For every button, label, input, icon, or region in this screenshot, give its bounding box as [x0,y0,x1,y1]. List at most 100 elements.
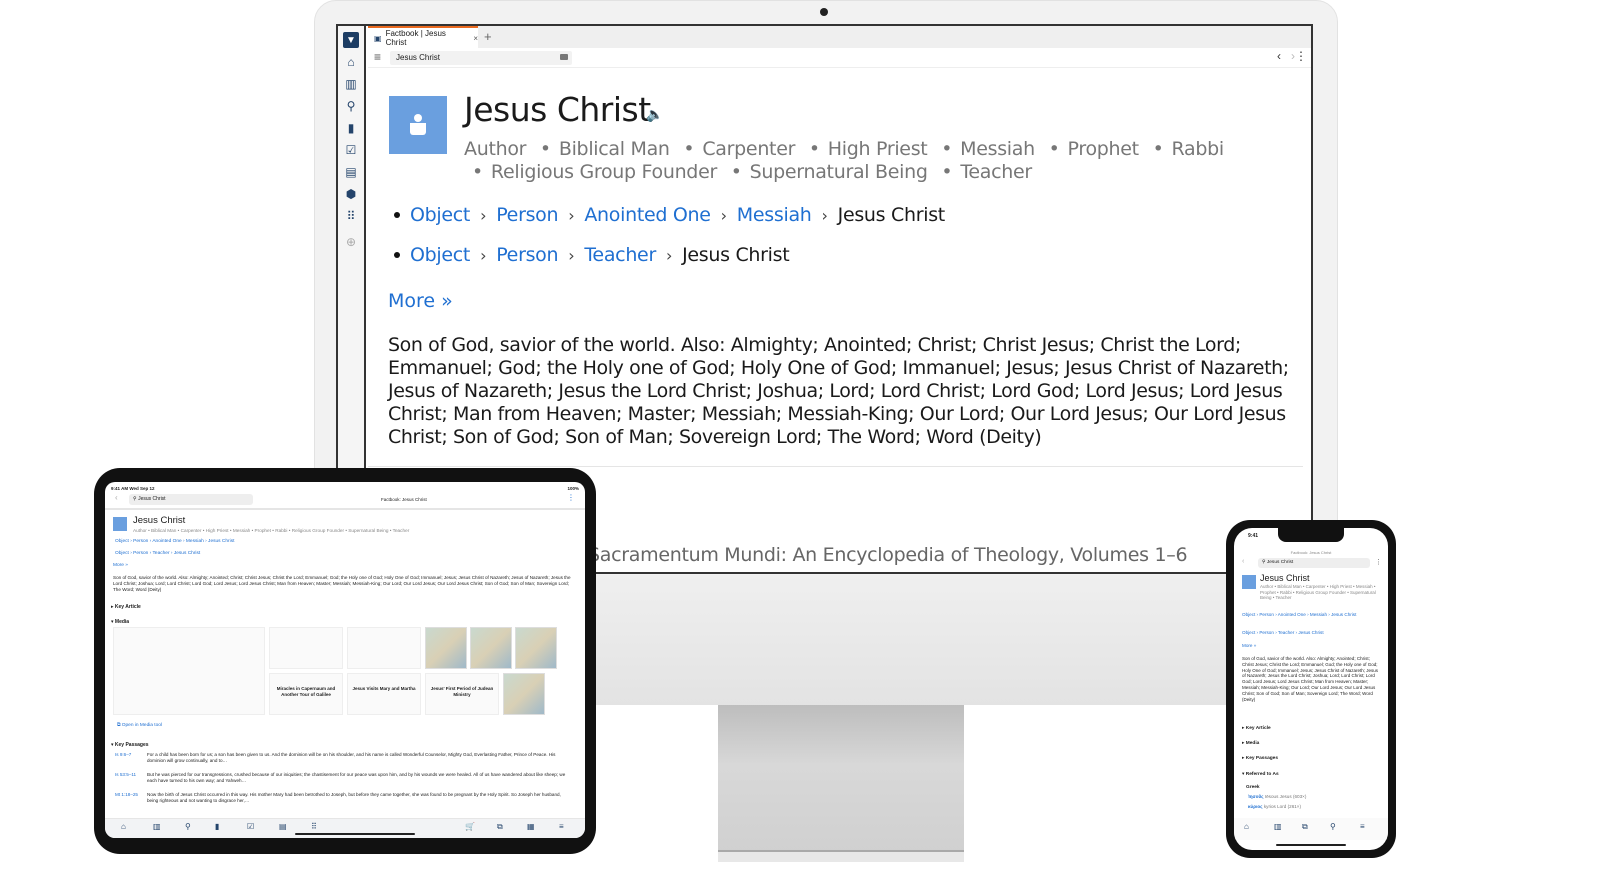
bible-icon[interactable]: ▮ [215,823,219,831]
home-icon[interactable]: ⌂ [121,823,126,831]
passage-text: For a child has been born for us; a son … [147,752,556,763]
search-icon[interactable]: ⚲ [185,823,191,831]
breadcrumb[interactable]: Object › Person › Anointed One › Messiah… [115,538,234,545]
breadcrumb-link[interactable]: Person [496,244,558,266]
tab-factbook[interactable]: ▣ Factbook | Jesus Christ × [368,26,478,48]
close-tab-icon[interactable]: × [473,34,478,43]
greek-word[interactable]: Ἰησοῦς [1248,794,1264,799]
more-options-icon[interactable]: ⋮ [1295,49,1307,63]
address-value: Jesus Christ [396,53,441,62]
media-gallery: Miracles in Capernaum and Another Tour o… [113,627,573,719]
breadcrumb-link[interactable]: Person [496,204,558,226]
search-input[interactable]: ⚲ Jesus Christ [1258,558,1370,568]
keyboard-icon[interactable] [560,54,568,60]
count: (261×) [1287,804,1302,809]
map-thumbnail[interactable] [503,673,545,715]
library-icon[interactable]: ▥ [1274,822,1282,831]
panels-icon[interactable]: ▦ [527,823,535,831]
breadcrumb[interactable]: Object › Person › Teacher › Jesus Christ [1242,630,1324,635]
search-value: Jesus Christ [1266,560,1294,565]
passage-ref[interactable]: Is 9:6–7 [115,752,131,758]
map-thumbnail[interactable] [515,627,557,669]
layouts-icon[interactable]: ⧉ [497,823,503,831]
breadcrumb-link[interactable]: Object [410,204,470,226]
media-thumbnail[interactable]: Miracles in Capernaum and Another Tour o… [269,673,343,715]
media-thumbnail[interactable]: Jesus Visits Mary and Martha [347,673,421,715]
breadcrumb[interactable]: Object › Person › Anointed One › Messiah… [1242,612,1382,618]
entity-description: Son of God, savior of the world. Also: A… [113,575,571,592]
document-title: Factbook: Jesus Christ [381,497,427,502]
menu-icon[interactable]: ≡ [374,50,381,64]
library-icon[interactable]: ▥ [153,823,161,831]
entity-type: Rabbi [1171,138,1225,160]
monitor-foot [718,850,964,862]
breadcrumb-separator: › [568,205,575,225]
media-thumbnail[interactable] [269,627,343,669]
more-link[interactable]: More » [1242,643,1256,648]
home-icon[interactable]: ⌂ [343,54,359,70]
more-link[interactable]: More » [113,562,128,569]
add-tab-icon[interactable]: + [484,29,492,44]
search-icon[interactable]: ⚲ [1330,822,1336,831]
badge-icon[interactable]: ⬢ [343,186,359,202]
search-value: Jesus Christ [138,496,166,502]
checklist-icon[interactable]: ☑ [247,823,254,831]
menu-icon[interactable]: ≡ [559,823,564,831]
document-icon[interactable]: ▤ [343,164,359,180]
layouts-icon[interactable]: ⧉ [1302,822,1308,832]
gloss: Jesus [1279,794,1292,799]
document-icon[interactable]: ▤ [279,823,287,831]
section-key-passages[interactable]: ▸ Key Passages [1242,756,1382,761]
map-thumbnail[interactable] [425,627,467,669]
section-referred-to-as[interactable]: ▾ Referred to As [1242,772,1382,777]
add-icon[interactable]: ⊕ [343,234,359,250]
media-thumbnail[interactable] [347,627,421,669]
media-thumbnail[interactable]: Jesus' First Period of Judean Ministry [425,673,499,715]
section-key-passages[interactable]: ▾ Key Passages [111,742,149,749]
more-link[interactable]: More » [388,290,453,312]
checklist-icon[interactable]: ☑ [343,142,359,158]
home-indicator [295,833,415,835]
section-key-article[interactable]: ▸ Key Article [111,604,141,611]
language-label: Greek [1246,785,1260,790]
word-row: κύριος kyrios Lord (261×) [1248,804,1301,809]
translit: kyrios [1263,804,1276,809]
library-icon[interactable]: ▥ [343,76,359,92]
breadcrumb-link[interactable]: Messiah [737,204,812,226]
greek-word[interactable]: κύριος [1248,804,1263,809]
back-icon[interactable]: ‹ [1277,49,1281,63]
apps-icon[interactable]: ⠿ [343,208,359,224]
passage-ref[interactable]: Mt 1:18–25 [115,792,138,798]
logo-icon[interactable]: ▼ [343,32,359,48]
word-row: Ἰησοῦς Iēsous Jesus (603×) [1248,794,1306,799]
home-icon[interactable]: ⌂ [1244,822,1249,831]
map-thumbnail[interactable] [470,627,512,669]
cart-icon[interactable]: 🛒 [465,823,475,831]
more-options-icon[interactable]: ⋮ [1375,558,1382,566]
type-separator: • [1048,138,1060,160]
entity-type: High Priest [827,138,928,160]
section-media[interactable]: ▸ Media [1242,741,1382,746]
search-input[interactable]: ⚲ Jesus Christ [129,494,253,505]
section-media[interactable]: ▾ Media [111,619,129,626]
address-input[interactable]: Jesus Christ [390,51,572,65]
breadcrumb-link[interactable]: Object [410,244,470,266]
breadcrumb-link[interactable]: Anointed One [584,204,711,226]
section-key-article[interactable]: ▸ Key Article [1242,726,1382,731]
type-separator: • [730,161,742,183]
media-thumbnail[interactable] [113,627,265,715]
back-icon[interactable]: ‹ [115,494,118,502]
breadcrumb-separator: › [480,245,487,265]
search-icon[interactable]: ⚲ [343,98,359,114]
menu-icon[interactable]: ≡ [1360,822,1365,831]
breadcrumb-link[interactable]: Teacher [584,244,656,266]
more-options-icon[interactable]: ⋮ [567,494,575,502]
back-icon[interactable]: ‹ [1242,558,1244,565]
apps-icon[interactable]: ⠿ [311,823,317,831]
key-article-title[interactable]: Sacramentum Mundi: An Encyclopedia of Th… [588,544,1188,566]
speaker-icon[interactable]: 🔈 [646,106,663,123]
passage-ref[interactable]: Is 53:5–11 [115,772,136,778]
bible-icon[interactable]: ▮ [343,120,359,136]
breadcrumb[interactable]: Object › Person › Teacher › Jesus Christ [115,550,200,557]
open-media-tool-link[interactable]: ⧉ Open in Media tool [117,722,162,729]
